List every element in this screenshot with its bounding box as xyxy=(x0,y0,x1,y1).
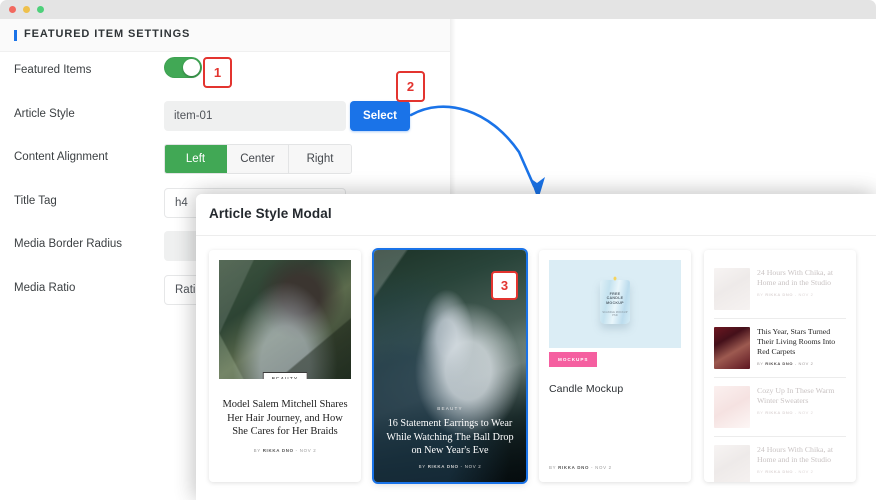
window-title-bar xyxy=(0,0,876,19)
featured-items-toggle[interactable] xyxy=(164,57,202,78)
accent-bar-icon xyxy=(14,30,17,41)
card-3-category-tag: MOCKUPS xyxy=(549,352,598,367)
annotation-badge-3: 3 xyxy=(491,271,518,300)
list-item-title: 24 Hours With Chika, at Home and in the … xyxy=(757,268,833,287)
article-style-modal: Article Style Modal BEAUTY Model Salem M… xyxy=(196,194,876,500)
window-controls xyxy=(9,6,44,13)
setting-label-article-style: Article Style xyxy=(14,107,75,120)
card-3-byline-prefix: BY xyxy=(549,465,559,470)
card-1-byline-prefix: BY xyxy=(253,447,263,453)
article-style-input[interactable]: item-01 xyxy=(164,100,346,131)
card-2-overlay-text: BEAUTY 16 Statement Earrings to Wear Whi… xyxy=(382,406,518,469)
card-3-byline-date: - NOV 2 xyxy=(589,465,612,470)
setting-label-media-ratio: Media Ratio xyxy=(14,281,76,294)
card-3-byline: BY RIKKA DNO - NOV 2 xyxy=(549,465,612,470)
card-1-category-tag: BEAUTY xyxy=(262,372,308,379)
card-2-byline-date: - NOV 2 xyxy=(458,464,482,469)
alignment-segment-group: Left Center Right xyxy=(164,144,352,174)
card-2-byline-author: RIKKA DNO xyxy=(427,464,459,469)
screenshot-stage: FEATURED ITEM SETTINGS Featured Items Ar… xyxy=(0,0,876,500)
alignment-option-right[interactable]: Right xyxy=(289,145,351,173)
annotation-badge-1: 1 xyxy=(203,57,232,88)
list-item: 24 Hours With Chika, at Home and in the … xyxy=(714,260,846,319)
list-item-thumbnail xyxy=(714,268,750,310)
article-style-card-1[interactable]: BEAUTY Model Salem Mitchell Shares Her H… xyxy=(209,250,361,482)
setting-label-featured-items: Featured Items xyxy=(14,64,92,76)
toggle-knob-icon xyxy=(183,59,200,76)
featured-items-toggle-wrap xyxy=(164,57,202,78)
card-3-image-text-1: FREE CANDLE MOCKUP xyxy=(606,292,624,305)
list-item-text: Cozy Up In These Warm Winter Sweaters BY… xyxy=(757,386,846,428)
maximize-window-icon[interactable] xyxy=(37,6,44,13)
card-2-byline-prefix: BY xyxy=(418,464,428,469)
card-1-image xyxy=(219,260,351,379)
select-button[interactable]: Select xyxy=(350,100,410,131)
modal-header: Article Style Modal xyxy=(196,194,876,236)
card-1-byline-author: RIKKA DNO xyxy=(262,447,294,453)
list-item-title: Cozy Up In These Warm Winter Sweaters xyxy=(757,386,835,405)
card-3-image-caption: SCANDLE MOCKUP PSD xyxy=(602,311,628,317)
card-3-byline-author: RIKKA DNO xyxy=(558,465,590,470)
alignment-option-center[interactable]: Center xyxy=(227,145,289,173)
candle-icon: FREE CANDLE MOCKUP SCANDLE MOCKUP PSD xyxy=(600,276,630,324)
article-style-field-wrap: item-01 xyxy=(164,100,346,131)
article-style-card-3[interactable]: FREE CANDLE MOCKUP SCANDLE MOCKUP PSD MOCK… xyxy=(539,250,691,482)
list-item: Cozy Up In These Warm Winter Sweaters BY… xyxy=(714,378,846,437)
article-style-card-4[interactable]: 24 Hours With Chika, at Home and in the … xyxy=(704,250,856,482)
list-item: This Year, Stars Turned Their Living Roo… xyxy=(714,319,846,378)
card-1-byline: BY RIKKA DNO - NOV 2 xyxy=(219,448,351,453)
setting-label-title-tag: Title Tag xyxy=(14,194,57,207)
list-item-byline: BY RIKKA DNO - NOV 2 xyxy=(757,361,814,366)
list-item-byline: BY RIKKA DNO - NOV 2 xyxy=(757,292,814,297)
setting-label-content-alignment: Content Alignment xyxy=(14,151,108,163)
setting-row-content-alignment: Content Alignment Left Center Right xyxy=(0,138,450,182)
alignment-option-left[interactable]: Left xyxy=(165,145,227,173)
card-1-title: Model Salem Mitchell Shares Her Hair Jou… xyxy=(222,399,348,437)
list-item-text: 24 Hours With Chika, at Home and in the … xyxy=(757,268,846,310)
modal-card-grid: BEAUTY Model Salem Mitchell Shares Her H… xyxy=(196,235,876,500)
card-2-byline: BY RIKKA DNO - NOV 2 xyxy=(382,464,518,469)
close-window-icon[interactable] xyxy=(9,6,16,13)
list-item-text: 24 Hours With Chika, at Home and in the … xyxy=(757,445,846,482)
list-item-byline: BY RIKKA DNO - NOV 2 xyxy=(757,469,814,474)
list-item-title: 24 Hours With Chika, at Home and in the … xyxy=(757,445,833,464)
setting-row-article-style: Article Style item-01 Select xyxy=(0,95,450,139)
list-item-text: This Year, Stars Turned Their Living Roo… xyxy=(757,327,846,369)
minimize-window-icon[interactable] xyxy=(23,6,30,13)
list-item-byline: BY RIKKA DNO - NOV 2 xyxy=(757,410,814,415)
card-1-content: BEAUTY Model Salem Mitchell Shares Her H… xyxy=(219,260,351,472)
card-4-content: 24 Hours With Chika, at Home and in the … xyxy=(714,260,846,482)
candle-flame-icon xyxy=(613,276,617,281)
list-item-thumbnail xyxy=(714,327,750,369)
card-3-title: Candle Mockup xyxy=(549,383,624,395)
settings-panel-header: FEATURED ITEM SETTINGS xyxy=(0,19,450,52)
list-item-thumbnail xyxy=(714,386,750,428)
card-2-title: 16 Statement Earrings to Wear While Watc… xyxy=(386,418,514,456)
list-item-thumbnail xyxy=(714,445,750,482)
setting-label-media-border-radius: Media Border Radius xyxy=(14,238,123,250)
card-3-image: FREE CANDLE MOCKUP SCANDLE MOCKUP PSD xyxy=(549,260,681,348)
content-alignment-segmented: Left Center Right xyxy=(164,144,352,174)
card-2-category-tag: BEAUTY xyxy=(437,406,463,412)
annotation-badge-2: 2 xyxy=(396,71,425,102)
page-title: FEATURED ITEM SETTINGS xyxy=(24,28,191,40)
modal-title: Article Style Modal xyxy=(209,206,332,221)
card-3-content: FREE CANDLE MOCKUP SCANDLE MOCKUP PSD MOCK… xyxy=(549,260,681,472)
list-item-title: This Year, Stars Turned Their Living Roo… xyxy=(757,327,836,356)
card-1-byline-date: - NOV 2 xyxy=(293,447,317,453)
card-1-image-wrap: BEAUTY xyxy=(219,260,351,379)
list-item: 24 Hours With Chika, at Home and in the … xyxy=(714,437,846,482)
